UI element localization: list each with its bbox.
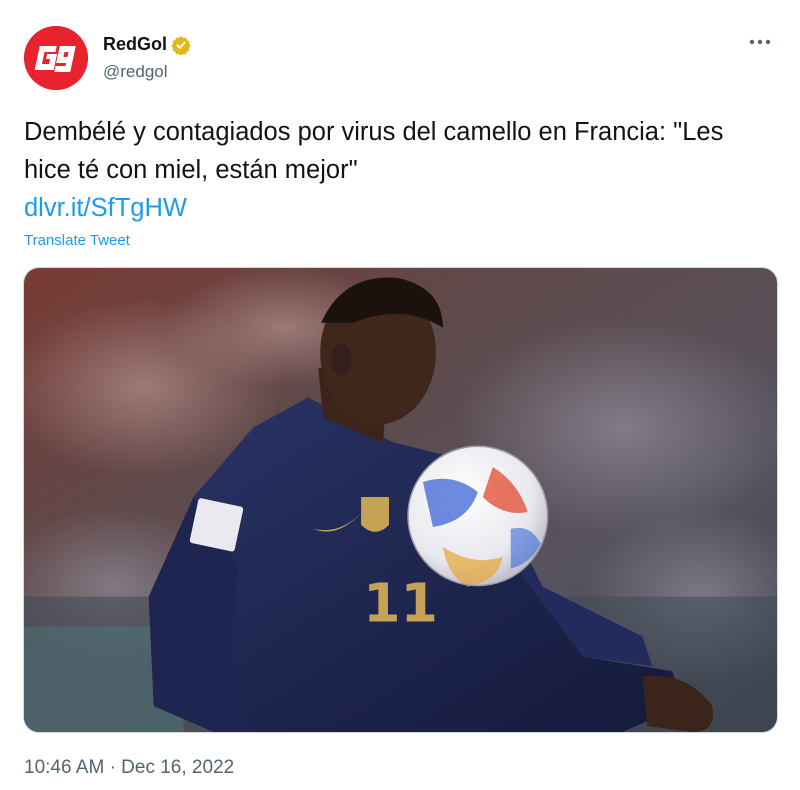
tweet-body: Dembélé y contagiados por virus del came… (24, 118, 724, 184)
tweet-timestamp: 10:46 AM · Dec 16, 2022 (24, 757, 234, 779)
tweet-link[interactable]: dlvr.it/SfTgHW (24, 194, 187, 222)
translate-tweet-link[interactable]: Translate Tweet (24, 232, 130, 249)
author-display-name[interactable]: RedGol (103, 34, 167, 55)
author-handle[interactable]: @redgol (103, 62, 168, 82)
player-photo: 11 (24, 268, 777, 732)
tweet-date[interactable]: Dec 16, 2022 (121, 757, 234, 778)
more-options-button[interactable] (744, 30, 776, 54)
verified-badge-icon (171, 35, 191, 55)
tweet-text: Dembélé y contagiados por virus del came… (24, 113, 724, 227)
tweet-image[interactable]: 11 (23, 267, 778, 733)
timestamp-separator: · (109, 757, 116, 778)
tweet-card: RedGol @redgol Dembélé y contagiados por… (0, 0, 800, 790)
author-name-row: RedGol (103, 34, 191, 55)
more-dots-icon (749, 39, 771, 45)
redgol-logo-icon (24, 26, 88, 90)
jersey-number: 11 (363, 572, 438, 635)
tweet-time[interactable]: 10:46 AM (24, 757, 104, 778)
author-avatar[interactable] (24, 26, 88, 90)
